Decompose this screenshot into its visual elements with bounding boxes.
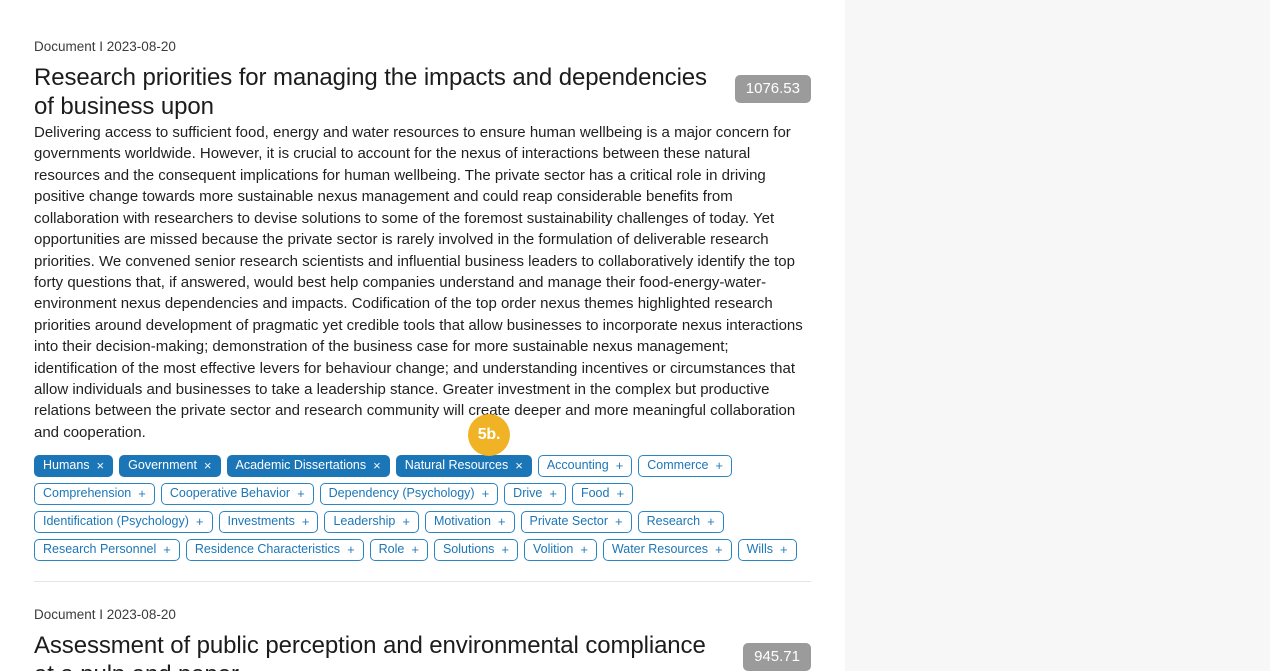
tag-label: Wills bbox=[746, 542, 773, 557]
add-tag-icon[interactable]: + bbox=[482, 487, 490, 500]
tag-label: Role bbox=[378, 542, 405, 557]
tag-label: Solutions bbox=[442, 542, 495, 557]
relevance-score-badge: 1076.53 bbox=[734, 74, 811, 103]
tag-chip-suggested[interactable]: Dependency (Psychology) + bbox=[319, 483, 499, 506]
tag-label: Identification (Psychology) bbox=[43, 514, 189, 529]
tag-label: Cooperative Behavior bbox=[169, 486, 291, 501]
tag-chip-suggested[interactable]: Commerce + bbox=[638, 455, 732, 478]
document-card: Document I 2023-08-20 Assessment of publ… bbox=[0, 582, 845, 671]
tag-label: Research Personnel bbox=[43, 542, 157, 557]
tag-label: Government bbox=[128, 458, 197, 473]
tag-chip-suggested[interactable]: Residence Characteristics + bbox=[185, 539, 364, 562]
tag-chip-suggested[interactable]: Solutions + bbox=[433, 539, 518, 562]
app-root: Document I 2023-08-20 Research prioritie… bbox=[0, 0, 1270, 671]
document-card: Document I 2023-08-20 Research prioritie… bbox=[0, 0, 845, 562]
tag-list: Humans × Government × Academic Dissertations… bbox=[34, 455, 811, 562]
tag-chip-suggested[interactable]: Comprehension + bbox=[34, 483, 155, 506]
tag-chip-suggested[interactable]: Volition + bbox=[524, 539, 597, 562]
tag-chip-suggested[interactable]: Water Resources + bbox=[602, 539, 732, 562]
document-abstract: Delivering access to sufficient food, en… bbox=[34, 124, 803, 441]
document-results-pane: Document I 2023-08-20 Research prioritie… bbox=[0, 0, 845, 671]
tag-chip-suggested[interactable]: Identification (Psychology) + bbox=[34, 511, 213, 534]
tag-label: Drive bbox=[513, 486, 543, 501]
tag-chip-suggested[interactable]: Research Personnel + bbox=[34, 539, 180, 562]
add-tag-icon[interactable]: + bbox=[163, 543, 171, 556]
add-tag-icon[interactable]: + bbox=[302, 515, 310, 528]
tag-label: Private Sector bbox=[529, 514, 609, 529]
remove-tag-icon[interactable]: × bbox=[204, 459, 212, 472]
tag-chip-suggested[interactable]: Accounting + bbox=[537, 455, 633, 478]
tag-chip-selected[interactable]: Natural Resources × bbox=[395, 455, 532, 478]
tag-label: Food bbox=[580, 486, 610, 501]
add-tag-icon[interactable]: + bbox=[715, 543, 723, 556]
tag-chip-suggested[interactable]: Role + bbox=[369, 539, 428, 562]
add-tag-icon[interactable]: + bbox=[196, 515, 204, 528]
tag-label: Academic Dissertations bbox=[235, 458, 367, 473]
tag-label: Research bbox=[646, 514, 701, 529]
document-meta: Document I 2023-08-20 bbox=[34, 607, 176, 623]
add-tag-icon[interactable]: + bbox=[549, 487, 557, 500]
add-tag-icon[interactable]: + bbox=[616, 459, 624, 472]
tag-chip-suggested[interactable]: Drive + bbox=[504, 483, 566, 506]
add-tag-icon[interactable]: + bbox=[347, 543, 355, 556]
tag-label: Residence Characteristics bbox=[194, 542, 341, 557]
relevance-score-badge: 945.71 bbox=[743, 642, 811, 671]
add-tag-icon[interactable]: + bbox=[411, 543, 419, 556]
tag-chip-suggested[interactable]: Research + bbox=[637, 511, 724, 534]
document-title-row: Assessment of public perception and envi… bbox=[34, 631, 811, 671]
add-tag-icon[interactable]: + bbox=[138, 487, 146, 500]
tag-chip-suggested[interactable]: Leadership + bbox=[324, 511, 419, 534]
remove-tag-icon[interactable]: × bbox=[515, 459, 523, 472]
tag-chip-suggested[interactable]: Wills + bbox=[737, 539, 797, 562]
tag-chip-selected[interactable]: Humans × bbox=[34, 455, 114, 478]
add-tag-icon[interactable]: + bbox=[402, 515, 410, 528]
add-tag-icon[interactable]: + bbox=[297, 487, 305, 500]
tag-label: Comprehension bbox=[43, 486, 132, 501]
tag-chip-selected[interactable]: Government × bbox=[119, 455, 221, 478]
add-tag-icon[interactable]: + bbox=[715, 459, 723, 472]
tag-chip-selected[interactable]: Academic Dissertations × bbox=[226, 455, 390, 478]
tag-chip-suggested[interactable]: Motivation + bbox=[424, 511, 515, 534]
tag-label: Motivation bbox=[433, 514, 491, 529]
tag-label: Accounting bbox=[546, 458, 609, 473]
add-tag-icon[interactable]: + bbox=[707, 515, 715, 528]
document-title-row: Research priorities for managing the imp… bbox=[34, 63, 811, 122]
add-tag-icon[interactable]: + bbox=[615, 515, 623, 528]
document-meta: Document I 2023-08-20 bbox=[34, 39, 176, 54]
remove-tag-icon[interactable]: × bbox=[373, 459, 381, 472]
tag-label: Leadership bbox=[333, 514, 396, 529]
add-tag-icon[interactable]: + bbox=[498, 515, 506, 528]
annotation-step-badge: 5b. bbox=[468, 414, 510, 456]
tag-label: Humans bbox=[43, 458, 90, 473]
tag-chip-suggested[interactable]: Investments + bbox=[218, 511, 319, 534]
add-tag-icon[interactable]: + bbox=[501, 543, 509, 556]
tag-label: Water Resources bbox=[611, 542, 708, 557]
tag-label: Dependency (Psychology) bbox=[328, 486, 475, 501]
add-tag-icon[interactable]: + bbox=[580, 543, 588, 556]
document-title[interactable]: Assessment of public perception and envi… bbox=[34, 631, 731, 671]
tag-label: Volition bbox=[533, 542, 574, 557]
remove-tag-icon[interactable]: × bbox=[97, 459, 105, 472]
add-tag-icon[interactable]: + bbox=[780, 543, 788, 556]
add-tag-icon[interactable]: + bbox=[616, 487, 624, 500]
document-title[interactable]: Research priorities for managing the imp… bbox=[34, 63, 723, 122]
tag-label: Natural Resources bbox=[404, 458, 509, 473]
tag-label: Investments bbox=[227, 514, 295, 529]
tag-label: Commerce bbox=[647, 458, 709, 473]
tag-chip-suggested[interactable]: Cooperative Behavior + bbox=[160, 483, 314, 506]
tag-chip-suggested[interactable]: Food + bbox=[571, 483, 634, 506]
tag-chip-suggested[interactable]: Private Sector + bbox=[520, 511, 632, 534]
